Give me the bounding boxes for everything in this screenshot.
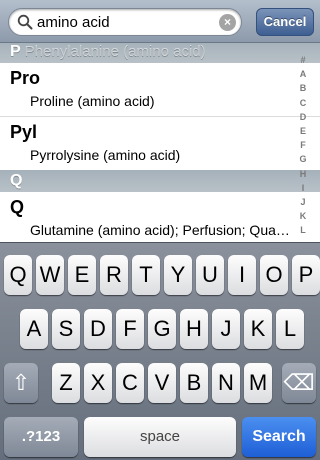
list-item-title: Pro — [10, 68, 41, 88]
key-z[interactable]: Z — [52, 363, 80, 403]
index-letter[interactable]: K — [296, 209, 310, 223]
key-e[interactable]: E — [68, 255, 96, 295]
index-letter[interactable]: L — [296, 223, 310, 237]
key-j[interactable]: J — [212, 309, 240, 349]
list-item-title: Q — [10, 197, 25, 217]
index-letter[interactable]: G — [296, 152, 310, 166]
key-o[interactable]: O — [260, 255, 288, 295]
key-t[interactable]: T — [132, 255, 160, 295]
results-list: P Phenylalanine (amino acid) Pro Proline … — [0, 43, 320, 242]
list-item-subtitle: Pyrrolysine (amino acid) — [30, 147, 181, 163]
index-letter[interactable]: J — [296, 195, 310, 209]
section-letter: P — [10, 43, 21, 60]
index-letter[interactable]: B — [296, 81, 310, 95]
space-key[interactable]: space — [84, 417, 236, 457]
key-i[interactable]: I — [228, 255, 256, 295]
key-v[interactable]: V — [148, 363, 176, 403]
key-a[interactable]: A — [20, 309, 48, 349]
search-icon — [17, 14, 33, 30]
key-d[interactable]: D — [84, 309, 112, 349]
section-ghost-text: Phenylalanine (amino acid) — [24, 43, 206, 60]
list-item-subtitle: Proline (amino acid) — [30, 93, 155, 109]
key-f[interactable]: F — [116, 309, 144, 349]
key-l[interactable]: L — [276, 309, 304, 349]
keyboard: Q W E R T Y U I O P A S D F G H J K L ⇧ Z X C V B N M ⌫ .?123 space Se… — [0, 242, 320, 460]
key-y[interactable]: Y — [164, 255, 192, 295]
key-k[interactable]: K — [244, 309, 272, 349]
section-index[interactable]: # A B C D E F G H I J K L — [296, 53, 310, 238]
search-input[interactable] — [37, 9, 215, 35]
index-letter[interactable]: H — [296, 167, 310, 181]
index-letter[interactable]: C — [296, 96, 310, 110]
index-letter[interactable]: A — [296, 67, 310, 81]
index-letter[interactable]: # — [296, 53, 310, 67]
section-header-p: P Phenylalanine (amino acid) — [0, 43, 320, 63]
key-u[interactable]: U — [196, 255, 224, 295]
index-letter[interactable]: I — [296, 181, 310, 195]
section-letter: Q — [10, 172, 23, 189]
key-w[interactable]: W — [36, 255, 64, 295]
delete-key[interactable]: ⌫ — [282, 363, 316, 403]
key-n[interactable]: N — [212, 363, 240, 403]
list-item[interactable]: Q Glutamine (amino acid); Perfusion; Qua… — [0, 192, 320, 242]
key-r[interactable]: R — [100, 255, 128, 295]
key-p[interactable]: P — [292, 255, 320, 295]
key-q[interactable]: Q — [4, 255, 32, 295]
index-letter[interactable]: D — [296, 110, 310, 124]
key-c[interactable]: C — [116, 363, 144, 403]
section-header-q: Q — [0, 170, 320, 192]
key-b[interactable]: B — [180, 363, 208, 403]
shift-key[interactable]: ⇧ — [4, 363, 38, 403]
clear-search-button[interactable]: × — [219, 14, 236, 31]
key-m[interactable]: M — [244, 363, 272, 403]
cancel-button[interactable]: Cancel — [256, 8, 314, 36]
key-s[interactable]: S — [52, 309, 80, 349]
index-letter[interactable]: E — [296, 124, 310, 138]
list-item[interactable]: Pyl Pyrrolysine (amino acid) — [0, 117, 320, 171]
index-letter[interactable]: F — [296, 138, 310, 152]
numbers-key[interactable]: .?123 — [4, 417, 78, 457]
key-g[interactable]: G — [148, 309, 176, 349]
search-bar: × Cancel — [0, 0, 320, 43]
list-item-subtitle: Glutamine (amino acid); Perfusion; Qua… — [30, 222, 290, 238]
key-h[interactable]: H — [180, 309, 208, 349]
list-item-title: Pyl — [10, 122, 38, 142]
search-key[interactable]: Search — [242, 417, 316, 457]
list-item[interactable]: Pro Proline (amino acid) — [0, 63, 320, 117]
key-x[interactable]: X — [84, 363, 112, 403]
search-field[interactable]: × — [8, 8, 242, 36]
